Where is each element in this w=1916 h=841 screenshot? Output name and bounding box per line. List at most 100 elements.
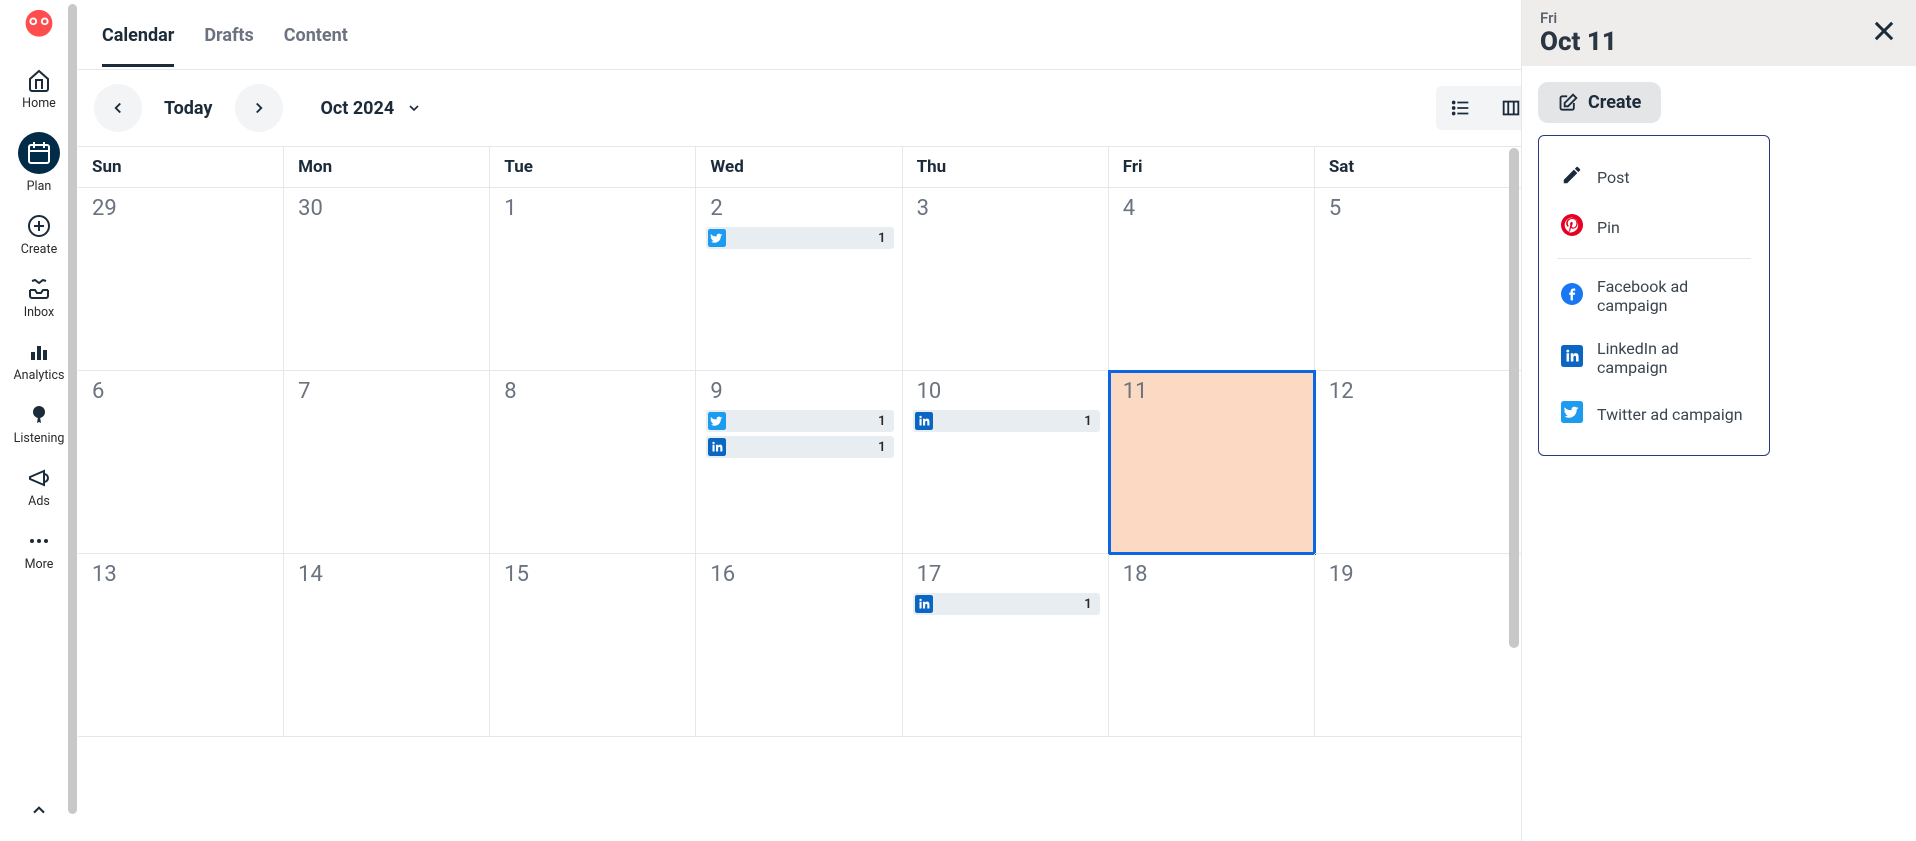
nav-label: Ads [28, 494, 50, 509]
day-header: Tue [490, 147, 696, 187]
linkedin-icon [706, 436, 728, 458]
day-header: Fri [1109, 147, 1315, 187]
day-cell[interactable]: 30 [284, 188, 490, 371]
day-cell[interactable]: 10 1 [903, 371, 1109, 554]
day-number: 2 [710, 196, 893, 221]
day-cell[interactable]: 19 [1315, 554, 1521, 737]
event-count: 1 [878, 440, 885, 455]
nav-label: More [25, 557, 54, 572]
day-number: 3 [917, 196, 1100, 221]
event-count: 1 [878, 231, 885, 246]
day-number: 29 [92, 196, 275, 221]
hootsuite-logo [16, 6, 62, 52]
menu-item-post[interactable]: Post [1557, 152, 1751, 202]
close-panel-button[interactable] [1870, 17, 1898, 49]
menu-item-linkedin-ad-campaign[interactable]: LinkedIn ad campaign [1557, 327, 1751, 389]
event-pill[interactable]: 1 [706, 410, 893, 432]
menu-item-label: Post [1597, 168, 1630, 187]
day-number: 11 [1123, 379, 1306, 404]
day-number: 7 [298, 379, 481, 404]
month-label: Oct 2024 [321, 98, 395, 119]
pinterest-icon [1561, 214, 1583, 240]
sidenav-scrollbar[interactable] [64, 0, 78, 841]
facebook-icon [1561, 283, 1583, 309]
day-header: Sat [1315, 147, 1521, 187]
day-number: 30 [298, 196, 481, 221]
nav-label: Plan [27, 179, 52, 194]
menu-item-pin[interactable]: Pin [1557, 202, 1751, 252]
linkedin-icon [913, 593, 935, 615]
day-number: 6 [92, 379, 275, 404]
linkedin-icon [1561, 345, 1583, 371]
event-pill[interactable]: 1 [706, 436, 893, 458]
day-cell[interactable]: 8 [490, 371, 696, 554]
day-cell[interactable]: 13 [78, 554, 284, 737]
panel-header: Fri Oct 11 [1522, 0, 1916, 66]
day-cell[interactable]: 18 [1109, 554, 1315, 737]
day-cell[interactable]: 12 [1315, 371, 1521, 554]
day-number: 4 [1123, 196, 1306, 221]
day-cell[interactable]: 9 1 1 [696, 371, 902, 554]
menu-item-label: Twitter ad campaign [1597, 405, 1743, 424]
event-pill[interactable]: 1 [913, 410, 1100, 432]
panel-date: Oct 11 [1540, 27, 1617, 57]
day-cell[interactable]: 16 [696, 554, 902, 737]
main: CalendarDraftsContent Create a post Toda… [78, 0, 1916, 841]
day-number: 12 [1329, 379, 1513, 404]
day-cell[interactable]: 4 [1109, 188, 1315, 371]
event-count: 1 [1084, 414, 1091, 429]
day-number: 8 [504, 379, 687, 404]
twitter-icon [706, 227, 728, 249]
tab-calendar[interactable]: Calendar [102, 3, 174, 67]
list-view-button[interactable] [1436, 86, 1486, 130]
menu-item-facebook-ad-campaign[interactable]: Facebook ad campaign [1557, 265, 1751, 327]
menu-item-twitter-ad-campaign[interactable]: Twitter ad campaign [1557, 389, 1751, 439]
day-number: 5 [1329, 196, 1513, 221]
day-number: 10 [917, 379, 1100, 404]
day-number: 17 [917, 562, 1100, 587]
day-number: 13 [92, 562, 275, 587]
day-header: Wed [696, 147, 902, 187]
day-cell[interactable]: 15 [490, 554, 696, 737]
next-period-button[interactable] [235, 84, 283, 132]
linkedin-icon [913, 410, 935, 432]
day-cell[interactable]: 5 [1315, 188, 1521, 371]
nav-label: Analytics [14, 368, 65, 383]
day-cell[interactable]: 6 [78, 371, 284, 554]
menu-item-label: LinkedIn ad campaign [1597, 339, 1747, 377]
day-cell[interactable]: 7 [284, 371, 490, 554]
day-cell[interactable]: 171 [903, 554, 1109, 737]
create-menu: Post Pin Facebook ad campaign LinkedIn ad c… [1538, 135, 1770, 456]
day-cell[interactable]: 21 [696, 188, 902, 371]
day-number: 9 [710, 379, 893, 404]
day-cell[interactable]: 14 [284, 554, 490, 737]
event-count: 1 [878, 414, 885, 429]
day-number: 18 [1123, 562, 1306, 587]
month-picker[interactable]: Oct 2024 [321, 98, 423, 119]
day-cell[interactable]: 3 [903, 188, 1109, 371]
nav-label: Listening [14, 431, 65, 446]
day-cell[interactable]: 11 [1109, 371, 1315, 554]
calendar-viewport: SunMonTueWedThuFriSat 293012134567891110… [78, 146, 1521, 841]
collapse-sidebar-button[interactable] [29, 785, 49, 841]
today-button[interactable]: Today [150, 98, 227, 119]
tab-content[interactable]: Content [284, 3, 348, 67]
detail-panel: Fri Oct 11 Create Post Pin Facebook ad cam… [1521, 0, 1916, 841]
tab-drafts[interactable]: Drafts [204, 3, 253, 67]
nav-label: Home [22, 96, 56, 111]
day-cell[interactable]: 29 [78, 188, 284, 371]
day-cell[interactable]: 1 [490, 188, 696, 371]
event-pill[interactable]: 1 [913, 593, 1100, 615]
day-header: Mon [284, 147, 490, 187]
calendar-scrollbar[interactable] [1505, 146, 1521, 841]
day-number: 15 [504, 562, 687, 587]
day-number: 1 [504, 196, 687, 221]
create-chip-button[interactable]: Create [1538, 82, 1661, 123]
day-header: Sun [78, 147, 284, 187]
twitter-icon [1561, 401, 1583, 427]
compose-icon [1558, 93, 1578, 113]
event-pill[interactable]: 1 [706, 227, 893, 249]
prev-period-button[interactable] [94, 84, 142, 132]
chevron-down-icon [406, 100, 422, 116]
tabs: Calendar Drafts Content [102, 3, 348, 67]
